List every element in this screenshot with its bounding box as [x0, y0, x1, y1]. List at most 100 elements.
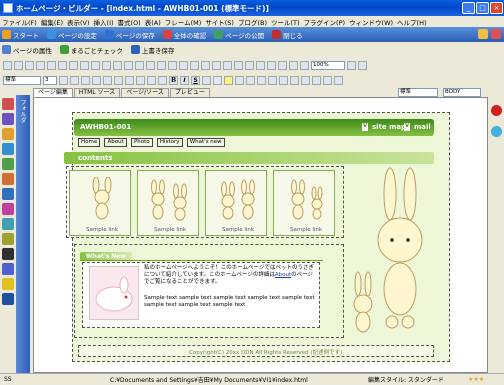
script-tool-icon[interactable] — [2, 233, 14, 245]
row-icon[interactable] — [268, 75, 277, 85]
map-icon[interactable] — [267, 60, 276, 70]
alert-icon[interactable] — [491, 105, 502, 116]
menu-file[interactable]: ファイル(F) — [2, 17, 37, 27]
image-icon[interactable] — [91, 60, 100, 70]
tab-preview[interactable]: プレビュー — [169, 88, 210, 97]
logo-icon[interactable] — [212, 60, 221, 70]
gallery-icon[interactable] — [179, 60, 188, 70]
align-left-icon[interactable] — [59, 75, 68, 85]
publish-button[interactable]: ページの公開 — [214, 30, 264, 40]
mail-link[interactable]: mail — [414, 123, 431, 131]
nav-about[interactable]: About — [104, 138, 127, 147]
form-icon[interactable] — [146, 60, 155, 70]
table-tool-icon[interactable] — [2, 158, 14, 170]
folder-side-tab[interactable]: フォルダ — [16, 95, 30, 373]
maximize-button[interactable]: □ — [476, 2, 489, 14]
standard-select[interactable]: 標準 — [398, 88, 438, 97]
editor-canvas[interactable]: AWHB01-001 V site map V mail Home About … — [33, 97, 488, 373]
menu-format[interactable]: 書式(O) — [118, 17, 141, 27]
frame-icon[interactable] — [135, 60, 144, 70]
link-icon[interactable] — [102, 60, 111, 70]
nav-photo[interactable]: Photo — [130, 138, 153, 147]
site-map-link[interactable]: site map — [372, 123, 406, 131]
page-settings-button[interactable]: ページの設定 — [47, 30, 97, 40]
page-attr-button[interactable]: ページの属性 — [2, 45, 52, 55]
undo-icon[interactable] — [69, 60, 78, 70]
search-icon[interactable] — [278, 60, 287, 70]
movie-icon[interactable] — [157, 60, 166, 70]
menu-blog[interactable]: ブログ(B) — [238, 17, 267, 27]
publish-tool-icon[interactable] — [2, 293, 14, 305]
layer-tool-icon[interactable] — [2, 188, 14, 200]
new-icon[interactable] — [3, 60, 12, 70]
flash-icon[interactable] — [201, 60, 210, 70]
media-tool-icon[interactable] — [2, 248, 14, 260]
hr-icon[interactable] — [136, 75, 145, 85]
font-size-select[interactable]: 3 — [43, 75, 57, 85]
merge-icon[interactable] — [290, 75, 299, 85]
thumb-link[interactable]: Sample link — [222, 227, 254, 233]
navi-icon[interactable] — [190, 60, 199, 70]
save-tool-icon[interactable] — [25, 60, 34, 70]
layout-icon[interactable] — [124, 60, 133, 70]
ruler-icon[interactable] — [256, 60, 265, 70]
cell-icon[interactable] — [257, 75, 266, 85]
style-select[interactable]: 標準 — [3, 75, 41, 85]
about-link[interactable]: About — [275, 272, 291, 278]
font-icon[interactable] — [147, 75, 156, 85]
settings-icon[interactable] — [478, 29, 488, 39]
thumb-link[interactable]: Sample link — [86, 227, 118, 233]
strike-icon[interactable] — [202, 75, 211, 85]
nav-whats-new[interactable]: What's new — [186, 138, 225, 147]
form-tool-icon[interactable] — [2, 173, 14, 185]
minimize-button[interactable]: _ — [462, 2, 475, 14]
indent-icon[interactable] — [92, 75, 101, 85]
image-tool-icon[interactable] — [2, 128, 14, 140]
ordered-list-icon[interactable] — [125, 75, 134, 85]
list-icon[interactable] — [114, 75, 123, 85]
sound-icon[interactable] — [168, 60, 177, 70]
close-button[interactable]: × — [490, 2, 503, 14]
effect-tool-icon[interactable] — [2, 203, 14, 215]
table-icon[interactable] — [113, 60, 122, 70]
preview-all-button[interactable]: 全体の確認 — [162, 30, 206, 40]
zoom-out-icon[interactable] — [300, 60, 309, 70]
thumb-link[interactable]: Sample link — [290, 227, 322, 233]
menu-plugin[interactable]: プラグイン(P) — [304, 17, 346, 27]
overwrite-save-button[interactable]: 上書き保存 — [130, 45, 174, 55]
align-right-icon[interactable] — [81, 75, 90, 85]
grid-icon[interactable] — [245, 60, 254, 70]
open-icon[interactable] — [14, 60, 23, 70]
menu-frame[interactable]: フレーム(M) — [165, 17, 202, 27]
nav-history[interactable]: History — [156, 138, 183, 147]
align-center-icon[interactable] — [70, 75, 79, 85]
site-tool-icon[interactable] — [2, 263, 14, 275]
help-icon[interactable] — [491, 29, 501, 39]
menu-edit[interactable]: 編集(E) — [41, 17, 63, 27]
menu-table[interactable]: 表(A) — [145, 17, 161, 27]
copy-icon[interactable] — [47, 60, 56, 70]
link-tool-icon[interactable] — [2, 143, 14, 155]
menu-view[interactable]: 表示(V) — [67, 17, 90, 27]
tab-page-source[interactable]: ページ/ソース — [121, 88, 169, 97]
zoom-in-icon[interactable] — [289, 60, 298, 70]
text-color-icon[interactable] — [213, 75, 222, 85]
animation-tool-icon[interactable] — [2, 218, 14, 230]
table-insert-icon[interactable] — [246, 75, 255, 85]
underline-icon[interactable]: S — [191, 75, 200, 85]
italic-icon[interactable]: I — [180, 75, 189, 85]
cut-icon[interactable] — [36, 60, 45, 70]
body-select[interactable]: BODY — [443, 88, 481, 97]
column-icon[interactable] — [279, 75, 288, 85]
menu-tools[interactable]: ツール(T) — [271, 17, 300, 27]
menu-insert[interactable]: 挿入(I) — [94, 17, 114, 27]
refresh-icon[interactable] — [358, 60, 367, 70]
cell-prop-icon[interactable] — [312, 75, 321, 85]
clipart-icon[interactable] — [234, 60, 243, 70]
menu-site[interactable]: サイト(S) — [205, 17, 234, 27]
redo-icon[interactable] — [80, 60, 89, 70]
ftp-tool-icon[interactable] — [2, 278, 14, 290]
select-tool-icon[interactable] — [2, 98, 14, 110]
split-icon[interactable] — [301, 75, 310, 85]
full-check-button[interactable]: まるごとチェック — [59, 45, 123, 55]
